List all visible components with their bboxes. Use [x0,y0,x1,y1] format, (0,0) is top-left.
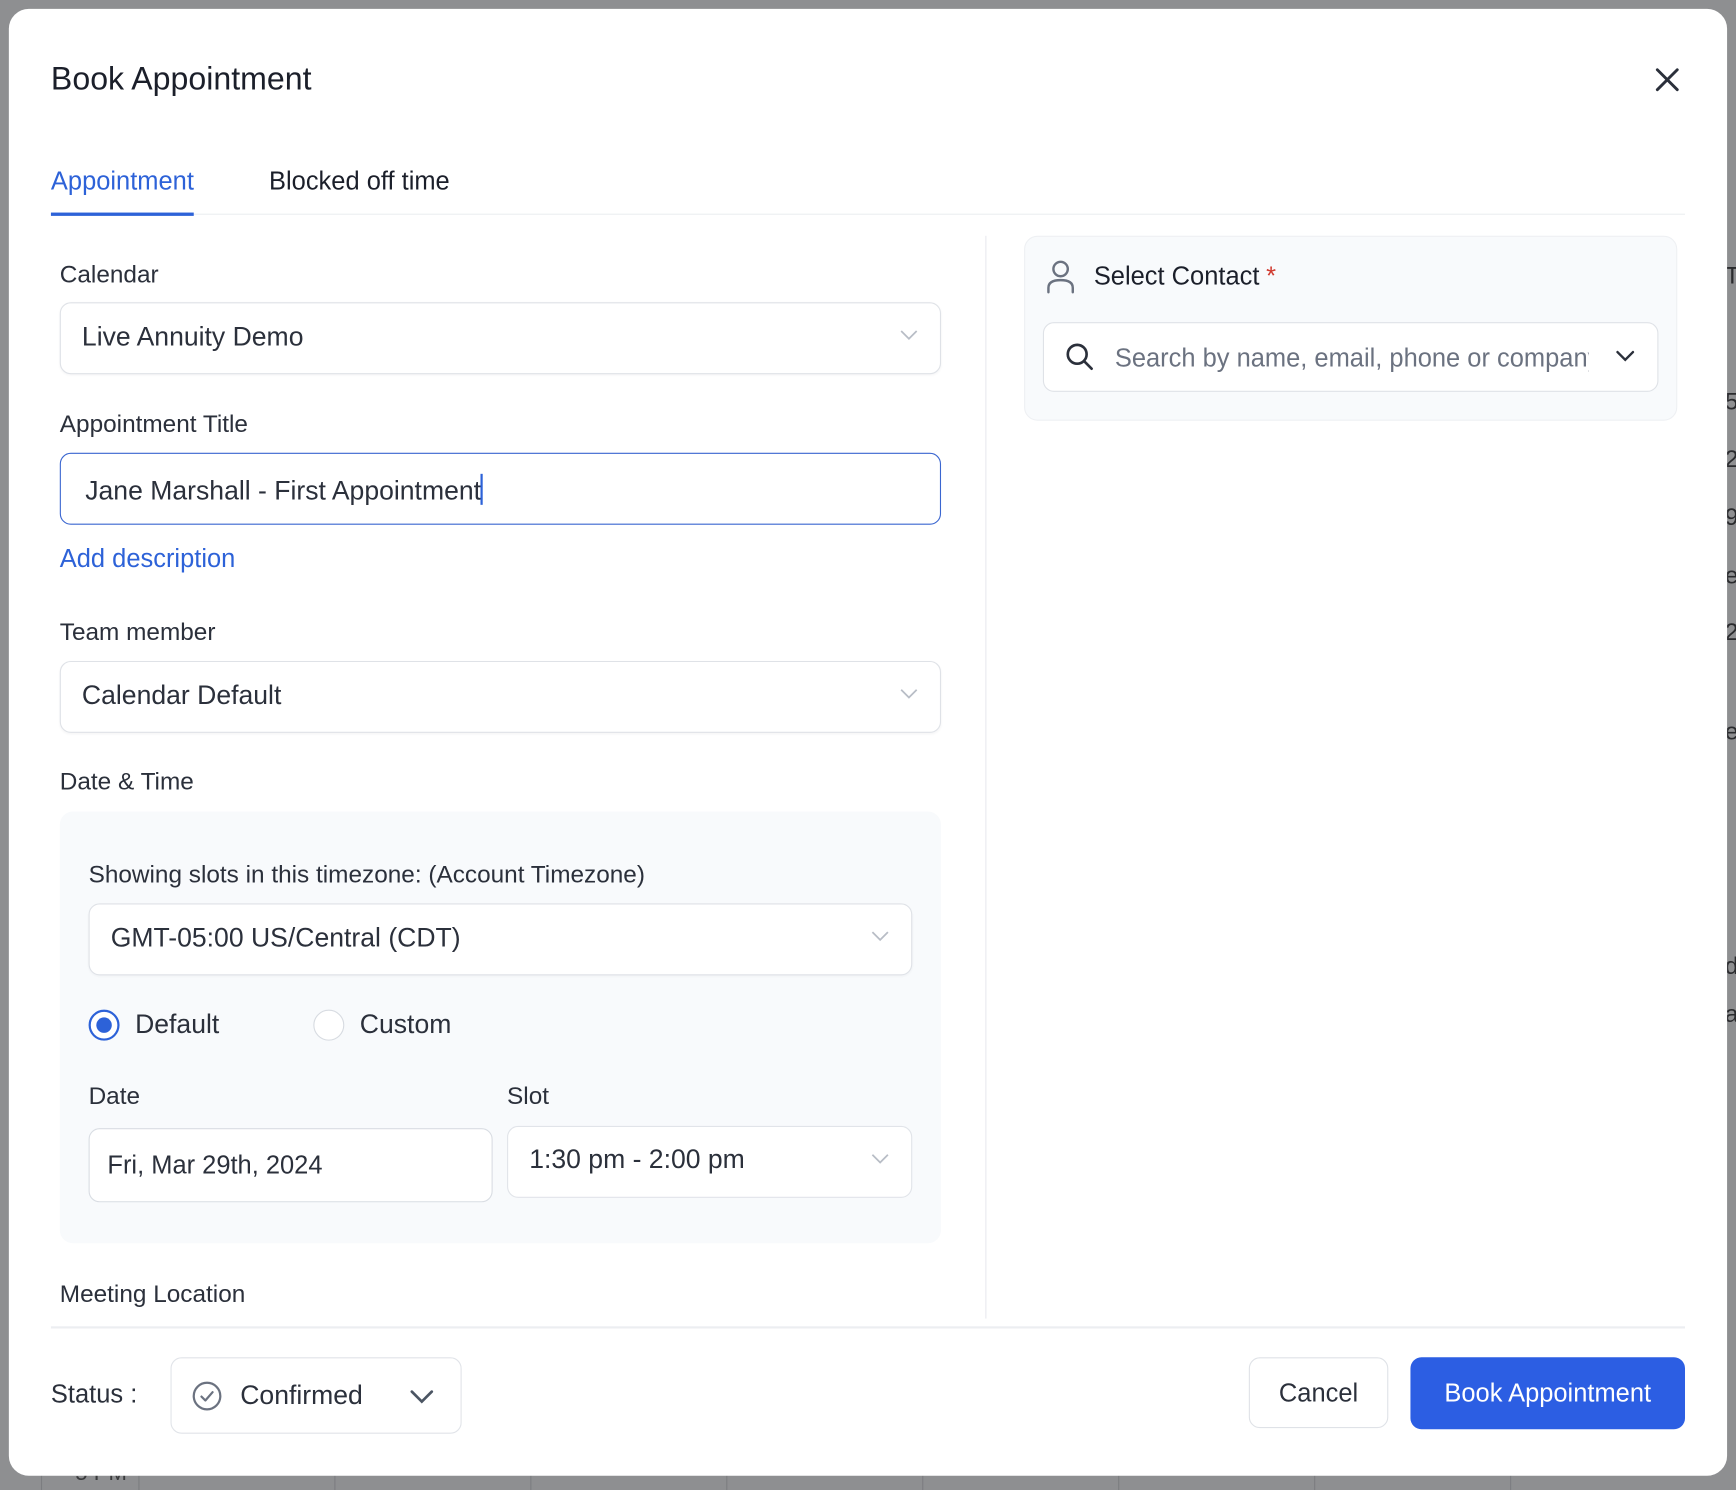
meeting-location-label: Meeting Location [59,1279,246,1308]
tab-appointment[interactable]: Appointment [50,166,195,216]
book-appointment-button[interactable]: Book Appointment [1410,1357,1686,1430]
slot-select[interactable]: 1:30 pm - 2:00 pm [507,1125,913,1198]
chevron-down-icon[interactable] [1615,350,1635,363]
status-label: Status : [50,1379,138,1409]
chevron-down-icon [871,931,889,942]
timezone-select[interactable]: GMT-05:00 US/Central (CDT) [88,903,913,976]
footer-divider [50,1326,1686,1329]
team-member-select[interactable]: Calendar Default [59,660,942,733]
appointment-title-label: Appointment Title [59,409,248,438]
text-cursor [481,473,484,505]
cancel-button[interactable]: Cancel [1248,1357,1389,1429]
contact-search-placeholder: Search by name, email, phone or company [1114,343,1589,372]
modal-title: Book Appointment [50,61,312,98]
calendar-select[interactable]: Live Annuity Demo [59,302,942,375]
slot-value: 1:30 pm - 2:00 pm [529,1144,745,1175]
status-value: Confirmed [240,1380,363,1411]
person-icon [1047,260,1074,294]
radio-default[interactable] [88,1009,120,1041]
team-member-label: Team member [59,617,216,646]
tab-bar: Appointment Blocked off time [50,153,1686,216]
timezone-value: GMT-05:00 US/Central (CDT) [110,923,461,954]
date-time-panel: Showing slots in this timezone: (Account… [59,811,942,1244]
chevron-down-icon [900,330,918,341]
search-icon [1066,343,1093,370]
team-member-value: Calendar Default [81,680,282,711]
book-appointment-modal: Book Appointment Appointment Blocked off… [8,8,1728,1476]
slot-label: Slot [507,1081,550,1110]
date-label: Date [88,1081,141,1110]
status-select[interactable]: Confirmed [170,1357,462,1434]
appointment-title-value: Jane Marshall - First Appointment [85,473,484,507]
appointment-title-text: Jane Marshall - First Appointment [85,476,482,506]
calendar-label: Calendar [59,260,159,288]
date-time-label: Date & Time [59,767,194,795]
date-value: Fri, Mar 29th, 2024 [107,1150,323,1180]
calendar-value: Live Annuity Demo [81,322,304,353]
check-circle-icon [192,1381,222,1411]
chevron-down-icon [900,689,918,699]
date-input[interactable]: Fri, Mar 29th, 2024 [88,1128,493,1203]
radio-custom-label[interactable]: Custom [360,1010,452,1041]
select-contact-text: Select Contact [1093,261,1260,291]
required-asterisk: * [1266,261,1276,291]
chevron-down-icon [871,1154,889,1164]
chevron-down-icon [410,1390,434,1404]
column-divider [985,235,987,1319]
appointment-title-input[interactable]: Jane Marshall - First Appointment [59,452,942,525]
radio-custom[interactable] [313,1009,345,1041]
select-contact-title: Select Contact * [1094,261,1276,291]
select-contact-card: Select Contact * Search by name, email, p… [1024,235,1678,421]
add-description-link[interactable]: Add description [60,544,236,574]
timezone-label: Showing slots in this timezone: (Account… [88,860,645,888]
contact-search-input[interactable]: Search by name, email, phone or company [1042,322,1659,392]
close-icon[interactable] [1652,64,1683,95]
radio-default-label[interactable]: Default [135,1010,219,1041]
tab-blocked-off-time[interactable]: Blocked off time [269,166,450,196]
